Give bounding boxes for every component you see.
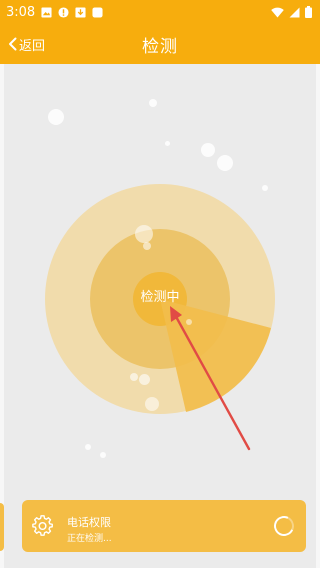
permission-check-card: 电话权限 正在检测...	[22, 500, 306, 552]
annotation-arrow-icon	[170, 306, 251, 451]
gear-icon	[32, 515, 53, 536]
loading-spinner-icon	[271, 513, 297, 539]
permission-status: 正在检测...	[67, 534, 112, 544]
side-tab	[0, 503, 4, 551]
permission-title: 电话权限	[67, 516, 111, 529]
